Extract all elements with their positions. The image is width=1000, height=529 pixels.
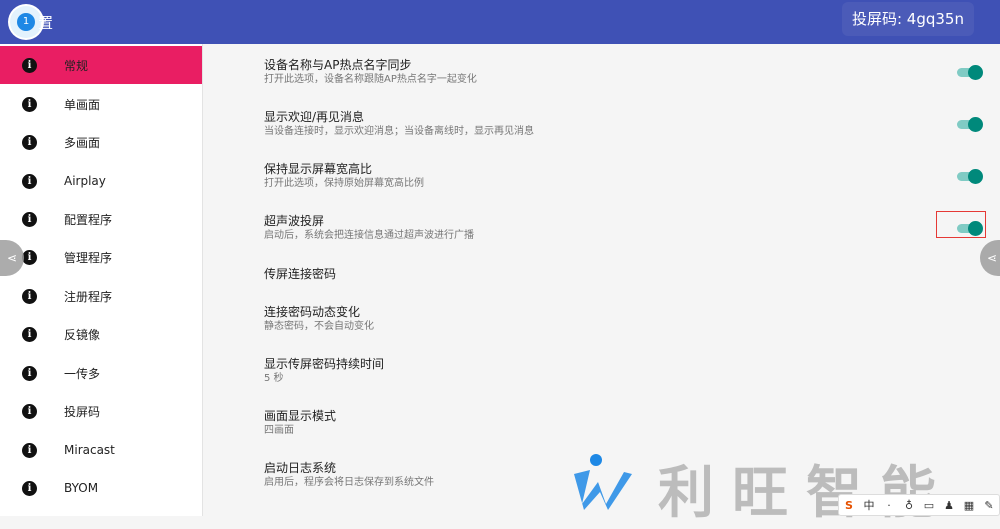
share-icon[interactable]: ⋖	[980, 240, 1000, 276]
setting-title: 连接密码动态变化	[264, 305, 361, 319]
info-icon: i	[22, 211, 37, 227]
punctuation-icon[interactable]: ·	[879, 499, 899, 512]
setting-title: 显示传屏密码持续时间	[264, 357, 385, 371]
sidebar-item-label: 反镜像	[64, 327, 101, 342]
sidebar-item-byom[interactable]: i BYOM	[0, 469, 202, 507]
sidebar-item-miracast[interactable]: i Miracast	[0, 431, 202, 469]
tools-icon[interactable]: ✎	[979, 499, 999, 512]
sidebar-item-label: 注册程序	[64, 289, 113, 304]
info-icon: i	[22, 288, 37, 304]
info-icon: i	[22, 480, 37, 496]
sidebar-item-register-program[interactable]: i 注册程序	[0, 277, 202, 315]
sidebar-item-label: 多画面	[64, 135, 101, 150]
setting-title: 传屏连接密码	[264, 267, 337, 281]
sidebar-item-label: 投屏码	[64, 404, 101, 419]
setting-title: 保持显示屏幕宽高比	[264, 162, 373, 176]
sidebar-item-label: Miracast	[64, 443, 115, 457]
setting-title: 显示欢迎/再见消息	[264, 110, 365, 124]
sidebar-item-label: 常规	[64, 58, 89, 73]
brand-logo-icon	[574, 454, 632, 510]
sidebar-item-label: Airplay	[64, 174, 106, 188]
setting-password-duration[interactable]: 显示传屏密码持续时间 5 秒	[264, 356, 964, 386]
sidebar-item-airplay[interactable]: i Airplay	[0, 162, 202, 200]
app-bar: 1 置 投屏码: 4gq35n	[0, 0, 1000, 44]
sidebar-item-single-screen[interactable]: i 单画面	[0, 85, 202, 123]
info-icon: i	[22, 96, 37, 112]
setting-title: 画面显示模式	[264, 409, 337, 423]
toggle-switch-ap-name-sync[interactable]	[957, 65, 983, 80]
setting-subtitle: 当设备连接时，显示欢迎消息；当设备离线时，显示再见消息	[264, 126, 534, 137]
shirt-icon[interactable]: ♟	[939, 499, 959, 512]
sidebar-item-label: 单画面	[64, 97, 101, 112]
setting-ultrasonic-cast[interactable]: 超声波投屏 启动后，系统会把连接信息通过超声波进行广播	[264, 213, 964, 243]
setting-dynamic-password[interactable]: 连接密码动态变化 静态密码，不会自动变化	[264, 304, 964, 334]
app-logo-number: 1	[17, 13, 35, 31]
keyboard-icon[interactable]: ▭	[919, 499, 939, 512]
sidebar: i 常规 i 单画面 i 多画面 i Airplay i 配置程序 i 管理程序…	[0, 44, 203, 516]
toggle-knob	[968, 65, 983, 80]
info-icon: i	[22, 249, 37, 265]
cast-code-label: 投屏码: 4gq35n	[841, 2, 974, 36]
toggle-knob	[968, 169, 983, 184]
setting-subtitle: 5 秒	[264, 373, 284, 384]
sidebar-item-one-to-many[interactable]: i 一传多	[0, 354, 202, 392]
info-icon: i	[22, 403, 37, 419]
info-icon: i	[22, 326, 37, 342]
info-icon: i	[22, 442, 37, 458]
info-icon: i	[22, 57, 37, 73]
setting-connection-password[interactable]: 传屏连接密码	[264, 266, 964, 282]
microphone-icon[interactable]: ♁	[899, 499, 919, 512]
ime-toolbar: S 中 · ♁ ▭ ♟ ▦ ✎	[838, 494, 1000, 516]
info-icon: i	[22, 134, 37, 150]
info-icon: i	[22, 365, 37, 381]
setting-subtitle: 打开此选项，设备名称跟随AP热点名字一起变化	[264, 74, 477, 85]
setting-title: 设备名称与AP热点名字同步	[264, 58, 412, 72]
sidebar-item-manage-program[interactable]: i 管理程序	[0, 238, 202, 276]
setting-display-mode[interactable]: 画面显示模式 四画面	[264, 408, 964, 438]
setting-welcome-message[interactable]: 显示欢迎/再见消息 当设备连接时，显示欢迎消息；当设备离线时，显示再见消息	[264, 109, 964, 139]
toggle-knob	[968, 117, 983, 132]
ime-logo-icon[interactable]: S	[839, 499, 859, 512]
sidebar-item-label: 配置程序	[64, 212, 113, 227]
grid-icon[interactable]: ▦	[959, 499, 979, 512]
ime-mode[interactable]: 中	[859, 497, 879, 513]
sidebar-item-label: BYOM	[64, 481, 99, 495]
setting-subtitle: 打开此选项，保持原始屏幕宽高比例	[264, 178, 424, 189]
setting-title: 超声波投屏	[264, 214, 325, 228]
setting-aspect-ratio[interactable]: 保持显示屏幕宽高比 打开此选项，保持原始屏幕宽高比例	[264, 161, 964, 191]
setting-ap-name-sync[interactable]: 设备名称与AP热点名字同步 打开此选项，设备名称跟随AP热点名字一起变化	[264, 57, 964, 87]
sidebar-item-label: 一传多	[64, 366, 101, 381]
watermark-text: 利旺智能	[658, 461, 954, 526]
sidebar-item-config-program[interactable]: i 配置程序	[0, 200, 202, 238]
sidebar-item-reverse-mirror[interactable]: i 反镜像	[0, 315, 202, 353]
toggle-switch-aspect-ratio[interactable]	[957, 169, 983, 184]
sidebar-item-label: 管理程序	[64, 250, 113, 265]
setting-subtitle: 四画面	[264, 425, 294, 436]
sidebar-item-multi-screen[interactable]: i 多画面	[0, 123, 202, 161]
sidebar-item-general[interactable]: i 常规	[0, 46, 202, 84]
sidebar-item-cast-code[interactable]: i 投屏码	[0, 392, 202, 430]
setting-subtitle: 静态密码，不会自动变化	[264, 321, 374, 332]
highlight-box	[936, 211, 986, 238]
app-title: 置	[38, 14, 54, 32]
info-icon: i	[22, 173, 37, 189]
toggle-switch-welcome-message[interactable]	[957, 117, 983, 132]
setting-subtitle: 启动后，系统会把连接信息通过超声波进行广播	[264, 230, 474, 241]
